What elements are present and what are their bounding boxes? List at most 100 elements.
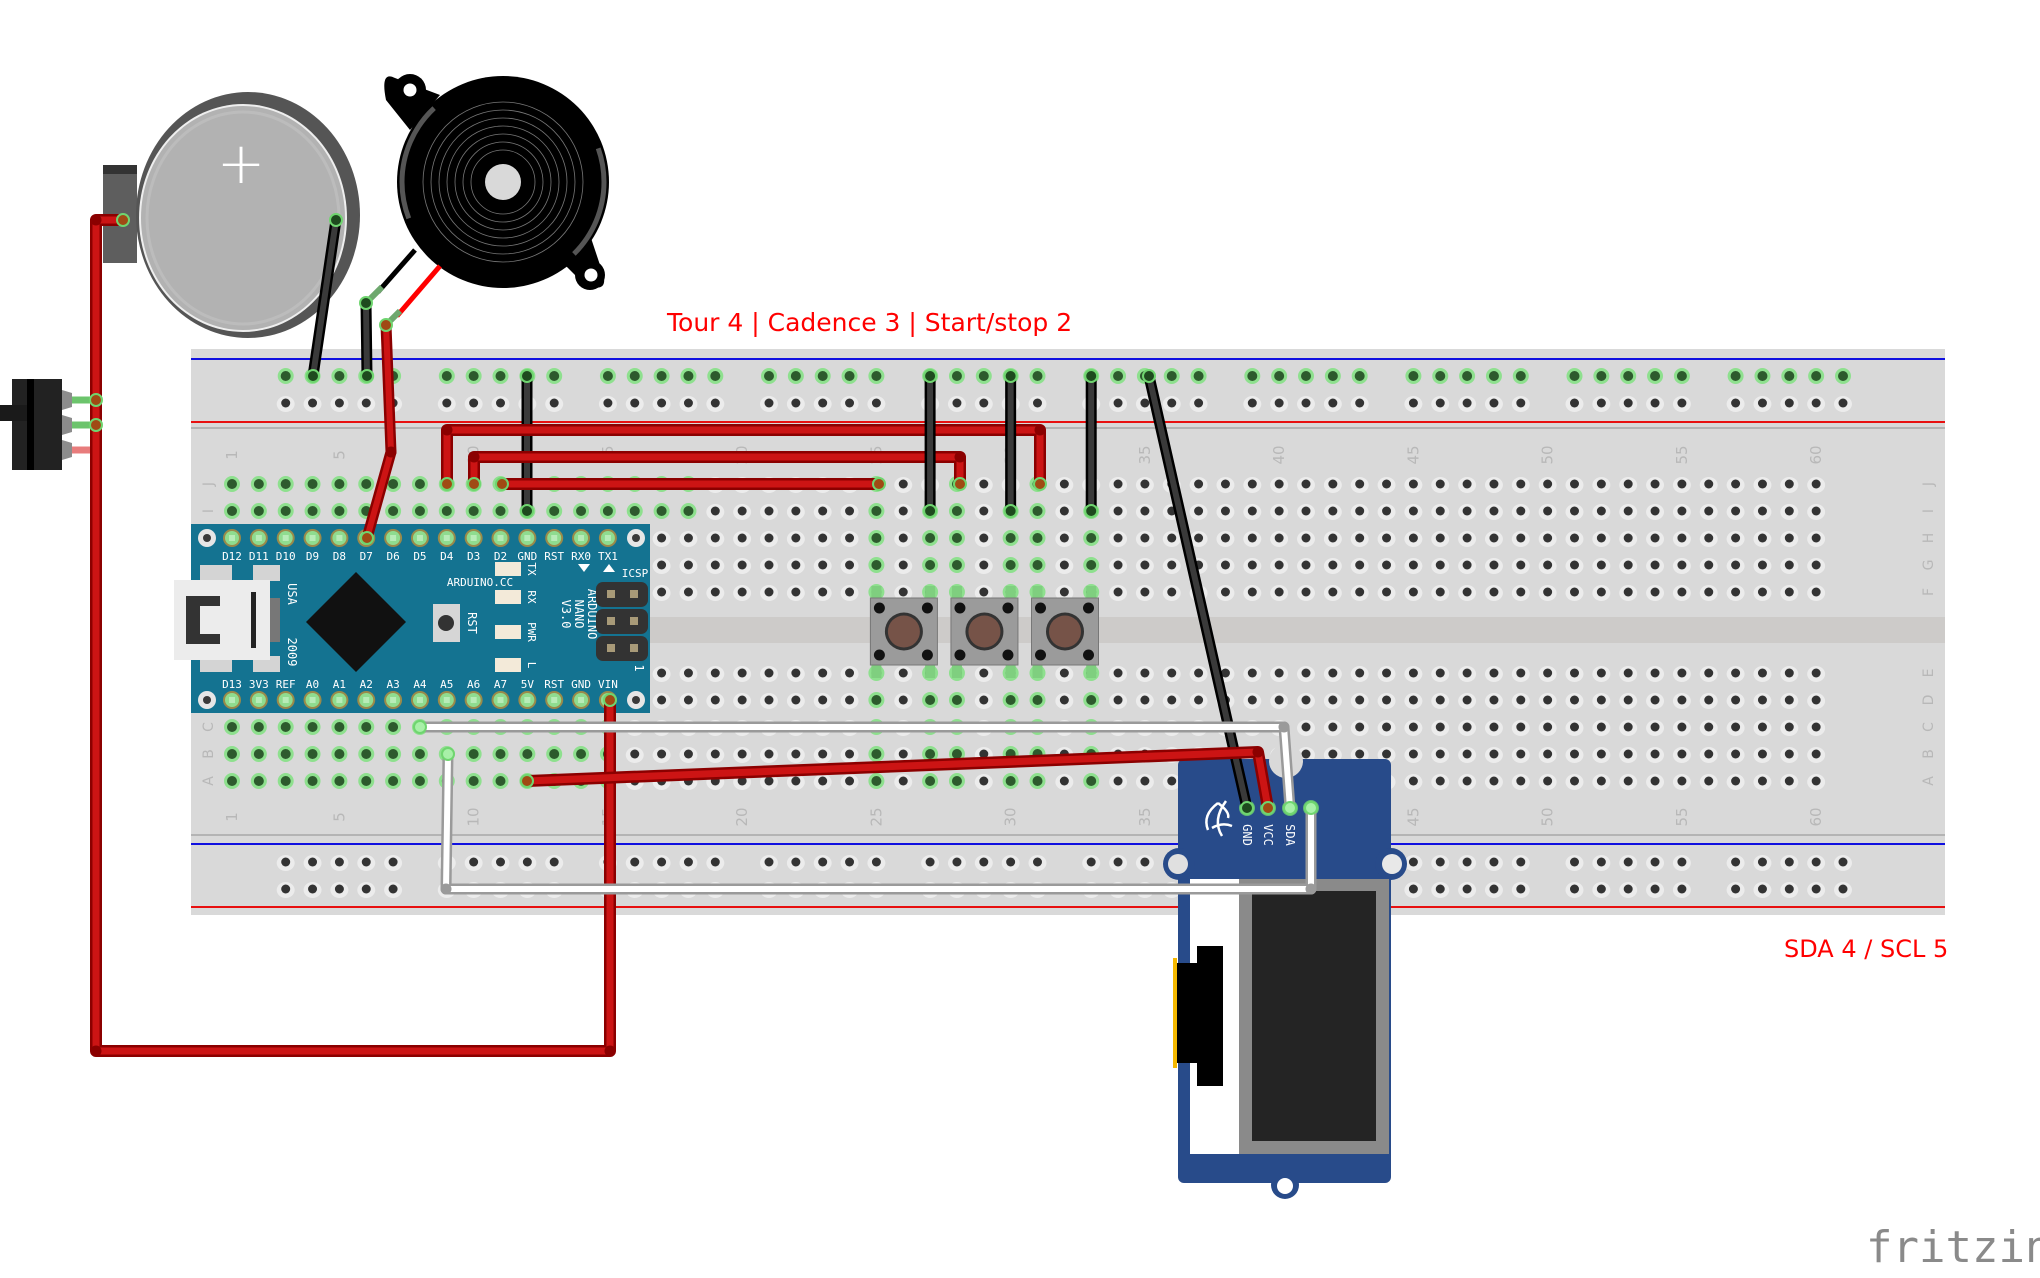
breadboard-hole[interactable]	[979, 398, 989, 408]
breadboard-hole[interactable]	[1704, 560, 1714, 570]
breadboard-hole[interactable]	[683, 587, 693, 597]
breadboard-hole[interactable]	[1301, 722, 1311, 732]
breadboard-hole[interactable]	[227, 749, 237, 759]
breadboard-hole[interactable]	[1488, 371, 1499, 381]
breadboard-hole[interactable]	[1408, 371, 1419, 381]
breadboard-hole[interactable]	[1006, 857, 1016, 867]
breadboard-hole[interactable]	[1757, 533, 1767, 543]
breadboard-hole[interactable]	[1382, 668, 1392, 678]
breadboard-hole[interactable]	[1274, 560, 1284, 570]
breadboard-hole[interactable]	[253, 749, 264, 759]
breadboard-hole[interactable]	[1650, 776, 1660, 786]
breadboard-hole[interactable]	[334, 749, 345, 759]
breadboard-hole[interactable]	[280, 479, 291, 489]
breadboard-hole[interactable]	[1489, 722, 1499, 732]
breadboard-hole[interactable]	[1543, 533, 1553, 543]
breadboard-hole[interactable]	[1140, 587, 1150, 597]
breadboard-hole[interactable]	[227, 479, 237, 489]
breadboard-hole[interactable]	[1623, 776, 1633, 786]
breadboard-hole[interactable]	[1489, 776, 1499, 786]
breadboard-hole[interactable]	[737, 668, 747, 678]
breadboard-hole[interactable]	[602, 371, 613, 381]
reset-button-cap[interactable]	[438, 615, 454, 631]
breadboard-hole[interactable]	[791, 857, 801, 867]
breadboard-hole[interactable]	[1435, 506, 1445, 516]
breadboard-hole[interactable]	[1784, 587, 1794, 597]
breadboard-hole[interactable]	[1570, 884, 1579, 894]
breadboard-hole[interactable]	[1596, 506, 1606, 516]
breadboard-hole[interactable]	[442, 398, 452, 408]
breadboard-hole[interactable]	[549, 857, 559, 867]
breadboard-hole[interactable]	[844, 371, 855, 381]
breadboard-hole[interactable]	[1784, 533, 1794, 543]
breadboard-hole[interactable]	[1811, 776, 1821, 786]
breadboard-hole[interactable]	[898, 749, 908, 759]
breadboard-hole[interactable]	[845, 560, 855, 570]
breadboard-hole[interactable]	[414, 479, 425, 489]
breadboard-hole[interactable]	[1462, 371, 1473, 381]
breadboard-hole[interactable]	[334, 722, 345, 732]
breadboard-hole[interactable]	[1570, 560, 1579, 570]
breadboard-hole[interactable]	[308, 398, 318, 408]
breadboard-hole[interactable]	[1811, 479, 1821, 489]
pushbutton-start-stop[interactable]	[1031, 586, 1099, 678]
breadboard-hole[interactable]	[1382, 695, 1392, 705]
breadboard-hole[interactable]	[1515, 371, 1526, 381]
breadboard-hole[interactable]	[1355, 749, 1365, 759]
breadboard-hole[interactable]	[388, 749, 399, 759]
breadboard-hole[interactable]	[361, 857, 371, 867]
breadboard-hole[interactable]	[845, 506, 855, 516]
wire-buzzer-to-ground[interactable]	[359, 296, 374, 383]
breadboard-hole[interactable]	[764, 371, 774, 381]
breadboard-hole[interactable]	[1140, 560, 1150, 570]
breadboard-hole[interactable]	[657, 587, 667, 597]
breadboard-hole[interactable]	[683, 695, 693, 705]
breadboard-hole[interactable]	[1677, 668, 1687, 678]
breadboard-hole[interactable]	[1543, 695, 1553, 705]
breadboard-hole[interactable]	[1811, 695, 1821, 705]
breadboard-hole[interactable]	[764, 506, 774, 516]
breadboard-hole[interactable]	[737, 506, 747, 516]
breadboard-hole[interactable]	[818, 857, 828, 867]
breadboard-hole[interactable]	[1784, 884, 1794, 894]
breadboard-hole[interactable]	[1516, 587, 1526, 597]
breadboard-hole[interactable]	[683, 749, 693, 759]
breadboard-hole[interactable]	[1489, 479, 1499, 489]
breadboard-hole[interactable]	[871, 398, 881, 408]
breadboard-hole[interactable]	[1677, 479, 1687, 489]
breadboard-hole[interactable]	[791, 695, 801, 705]
breadboard-hole[interactable]	[710, 560, 720, 570]
breadboard-hole[interactable]	[1086, 857, 1096, 867]
breadboard-hole[interactable]	[952, 398, 962, 408]
breadboard-hole[interactable]	[1784, 371, 1795, 381]
breadboard-hole[interactable]	[1220, 506, 1230, 516]
breadboard-hole[interactable]	[1516, 857, 1526, 867]
breadboard-hole[interactable]	[1570, 587, 1579, 597]
breadboard-hole[interactable]	[1731, 749, 1741, 759]
breadboard-hole[interactable]	[1811, 587, 1821, 597]
breadboard-hole[interactable]	[1543, 776, 1553, 786]
breadboard-hole[interactable]	[1704, 533, 1714, 543]
breadboard-hole[interactable]	[1570, 479, 1579, 489]
breadboard-hole[interactable]	[1167, 398, 1177, 408]
breadboard-hole[interactable]	[791, 749, 801, 759]
breadboard-hole[interactable]	[280, 371, 291, 381]
breadboard-hole[interactable]	[388, 506, 399, 516]
breadboard-hole[interactable]	[871, 749, 882, 759]
breadboard-hole[interactable]	[710, 749, 720, 759]
breadboard-hole[interactable]	[979, 668, 989, 678]
breadboard-hole[interactable]	[1194, 668, 1204, 678]
breadboard-hole[interactable]	[1596, 371, 1607, 381]
breadboard-hole[interactable]	[280, 722, 291, 732]
breadboard-hole[interactable]	[1194, 695, 1204, 705]
breadboard-hole[interactable]	[1355, 479, 1365, 489]
breadboard-hole[interactable]	[1220, 479, 1230, 489]
breadboard-hole[interactable]	[925, 560, 936, 570]
breadboard-hole[interactable]	[1596, 479, 1606, 489]
breadboard-hole[interactable]	[791, 668, 801, 678]
breadboard-hole[interactable]	[281, 857, 291, 867]
breadboard-hole[interactable]	[1355, 722, 1365, 732]
breadboard-hole[interactable]	[1731, 479, 1741, 489]
breadboard-hole[interactable]	[1005, 560, 1016, 570]
breadboard-hole[interactable]	[871, 533, 882, 543]
